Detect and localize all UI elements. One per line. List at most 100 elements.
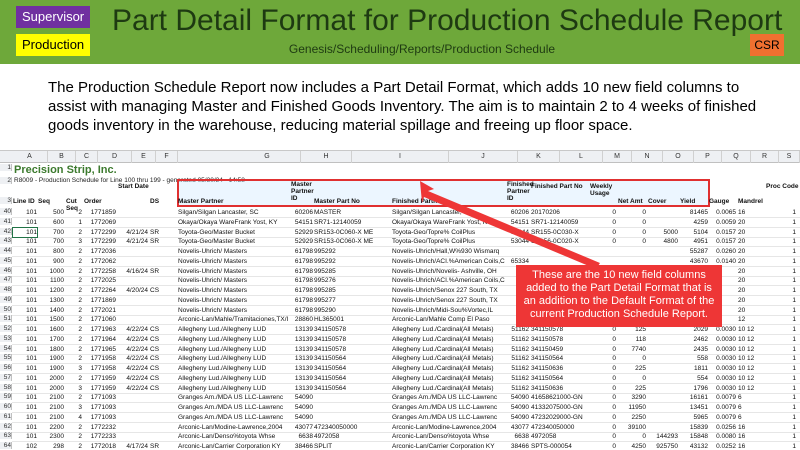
cell-order[interactable]: 1771869 <box>84 296 116 305</box>
cell-proc[interactable]: 1 <box>766 208 796 217</box>
cell-seq[interactable]: 1900 <box>38 364 64 373</box>
cell-fp[interactable]: Allegheny Lud./Cardinal(All Metals) <box>392 374 506 383</box>
cell-seq[interactable]: 2200 <box>38 423 64 432</box>
cell-mpid[interactable]: 61798 <box>291 247 313 256</box>
cell-mpn[interactable]: 472340050000 <box>314 423 390 432</box>
cell-order[interactable]: 1771060 <box>84 315 116 324</box>
cell-yield[interactable]: 1811 <box>680 364 708 373</box>
row-number[interactable]: 56 <box>0 364 12 371</box>
column-letter-m[interactable]: M <box>603 151 632 163</box>
cell-gauge[interactable]: 0.0079 <box>709 403 736 412</box>
cell-proc[interactable]: 1 <box>766 413 796 422</box>
row-number[interactable]: 53 <box>0 334 12 342</box>
cell-cut[interactable]: 3 <box>66 403 82 412</box>
cell-mand[interactable]: 6 <box>738 393 764 402</box>
cell-proc[interactable]: 1 <box>766 228 796 237</box>
cell-gauge[interactable]: 0.0252 <box>709 442 736 450</box>
cell-mpid[interactable]: 13139 <box>291 354 313 363</box>
cell-cut[interactable]: 4 <box>66 413 82 422</box>
cell-date[interactable]: 4/22/24 <box>118 364 148 373</box>
column-letter-q[interactable]: Q <box>722 151 751 163</box>
cell-net[interactable]: 118 <box>618 335 646 344</box>
cell-gauge[interactable]: 0.0079 <box>709 393 736 402</box>
cell-fpn[interactable]: 341150459 <box>531 345 589 354</box>
cell-wu[interactable]: 0 <box>590 442 616 450</box>
cell-proc[interactable]: 1 <box>766 335 796 344</box>
cell-cover[interactable]: 4800 <box>648 237 678 246</box>
cell-ds[interactable]: CS <box>150 364 162 373</box>
cell-date[interactable]: 4/22/24 <box>118 354 148 363</box>
cell-fpn[interactable]: SR71-12140059 <box>531 218 589 227</box>
cell-net[interactable]: 2250 <box>618 413 646 422</box>
cell-mpn[interactable]: 4972058 <box>314 432 390 441</box>
cell-mpid[interactable]: 13139 <box>291 325 313 334</box>
cell-gauge[interactable]: 0.0080 <box>709 432 736 441</box>
cell-yield[interactable]: 4259 <box>680 218 708 227</box>
cell-mpn[interactable]: SR153-0C060-X ME <box>314 228 390 237</box>
cell-ds[interactable]: CS <box>150 325 162 334</box>
cell-line[interactable]: 101 <box>13 413 37 422</box>
cell-line[interactable]: 101 <box>13 237 37 246</box>
cell-fpn[interactable]: 341150564 <box>531 374 589 383</box>
cell-seq[interactable]: 1000 <box>38 267 64 276</box>
cell-yield[interactable]: 15848 <box>680 432 708 441</box>
cell-seq[interactable]: 600 <box>38 218 64 227</box>
cell-mpn[interactable]: 995292 <box>314 257 390 266</box>
cell-mpn[interactable]: SPLIT <box>314 442 390 450</box>
cell-net[interactable]: 39100 <box>618 423 646 432</box>
cell-date[interactable]: 4/22/24 <box>118 384 148 393</box>
cell-cut[interactable]: 2 <box>66 267 82 276</box>
cell-yield[interactable]: 4951 <box>680 237 708 246</box>
cell-mpn[interactable]: 995292 <box>314 247 390 256</box>
cell-fpn[interactable]: 20170206 <box>531 208 589 217</box>
cell-order[interactable]: 1772062 <box>84 257 116 266</box>
cell-fp[interactable]: Allegheny Lud./Cardinal(All Metals) <box>392 364 506 373</box>
cell-mand[interactable]: 16 <box>738 208 764 217</box>
cell-order[interactable]: 1771093 <box>84 393 116 402</box>
cell-seq[interactable]: 298 <box>38 442 64 450</box>
cell-fpid[interactable]: 53044 <box>507 228 529 237</box>
column-letter-d[interactable]: D <box>98 151 132 163</box>
cell-mp[interactable]: Silgan/Silgan Lancaster, SC <box>178 208 290 217</box>
cell-fp[interactable]: Novelis-Uhrich/ACI.%American Coils,C <box>392 257 506 266</box>
cell-mpn[interactable]: SR71-12140059 <box>314 218 390 227</box>
cell-fp[interactable]: Novelis-Uhrich/Midi-Sou%Vortec,IL <box>392 306 506 315</box>
cell-wu[interactable]: 0 <box>590 384 616 393</box>
cell-ds[interactable]: CS <box>150 354 162 363</box>
column-letter-h[interactable]: H <box>301 151 352 163</box>
cell-mand[interactable]: 10 12 <box>738 364 764 373</box>
cell-wu[interactable]: 0 <box>590 335 616 344</box>
cell-mand[interactable]: 10 12 <box>738 335 764 344</box>
cell-mp[interactable]: Arconic-Lan/Carrier Corporation KY <box>178 442 290 450</box>
cell-mpid[interactable]: 28860 <box>291 315 313 324</box>
row-number[interactable]: 45 <box>0 256 12 264</box>
cell-yield[interactable]: 55287 <box>680 247 708 256</box>
cell-cut[interactable]: 3 <box>66 237 82 246</box>
cell-fp[interactable]: Novelis-Uhrich/Senox 227 South, TX <box>392 296 506 305</box>
cell-proc[interactable]: 1 <box>766 257 796 266</box>
cell-cover[interactable]: 925750 <box>648 442 678 450</box>
cell-mp[interactable]: Novelis-Uhrich/ Masters <box>178 267 290 276</box>
cell-mand[interactable]: 20 <box>738 286 764 295</box>
cell-mpid[interactable]: 13139 <box>291 335 313 344</box>
cell-fpn[interactable]: 47232029000-GN <box>531 413 589 422</box>
cell-date[interactable]: 4/17/24 <box>118 442 148 450</box>
cell-fpn[interactable]: 41332075000-GN <box>531 403 589 412</box>
cell-fp[interactable]: Arconic-Lan/Mahle Comp El Paso <box>392 315 506 324</box>
cell-ds[interactable]: CS <box>150 374 162 383</box>
row-number[interactable]: 44 <box>0 247 12 254</box>
cell-gauge[interactable]: 0.0030 <box>709 354 736 363</box>
cell-yield[interactable]: 558 <box>680 354 708 363</box>
cell-proc[interactable]: 1 <box>766 403 796 412</box>
row-number[interactable]: 3 <box>0 197 12 204</box>
cell-proc[interactable]: 1 <box>766 423 796 432</box>
cell-mpn[interactable]: 995276 <box>314 276 390 285</box>
cell-gauge[interactable]: 0.0030 <box>709 384 736 393</box>
row-number[interactable]: 61 <box>0 412 12 420</box>
cell-order[interactable]: 1771964 <box>84 335 116 344</box>
cell-seq[interactable]: 2300 <box>38 432 64 441</box>
cell-mp[interactable]: Granges Am./MDA US LLC-Lawrenc <box>178 413 290 422</box>
cell-line[interactable]: 102 <box>13 442 37 450</box>
cell-fp[interactable]: Granges Am./MDA US LLC-Lawrenc <box>392 403 506 412</box>
cell-ds[interactable]: SR <box>150 442 162 450</box>
